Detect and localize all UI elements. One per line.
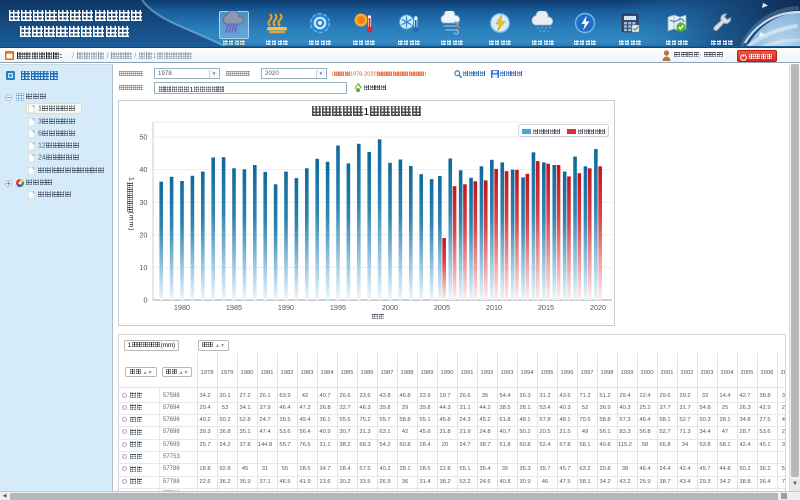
svg-text:1990: 1990: [278, 303, 294, 312]
svg-text:0: 0: [143, 296, 147, 305]
svg-text:1995: 1995: [330, 303, 346, 312]
svg-text:30: 30: [139, 198, 147, 207]
svg-text:2010: 2010: [486, 303, 502, 312]
svg-text:20: 20: [139, 230, 147, 239]
svg-text:*: *: [549, 27, 552, 33]
svg-text:2015: 2015: [538, 303, 554, 312]
svg-text:2000: 2000: [382, 303, 398, 312]
svg-text:1985: 1985: [226, 303, 242, 312]
svg-text:50: 50: [139, 133, 147, 142]
svg-text:40: 40: [139, 165, 147, 174]
svg-text:2005: 2005: [434, 303, 450, 312]
svg-text:10: 10: [139, 263, 147, 272]
svg-text:2020: 2020: [590, 303, 606, 312]
svg-text:1980: 1980: [174, 303, 190, 312]
